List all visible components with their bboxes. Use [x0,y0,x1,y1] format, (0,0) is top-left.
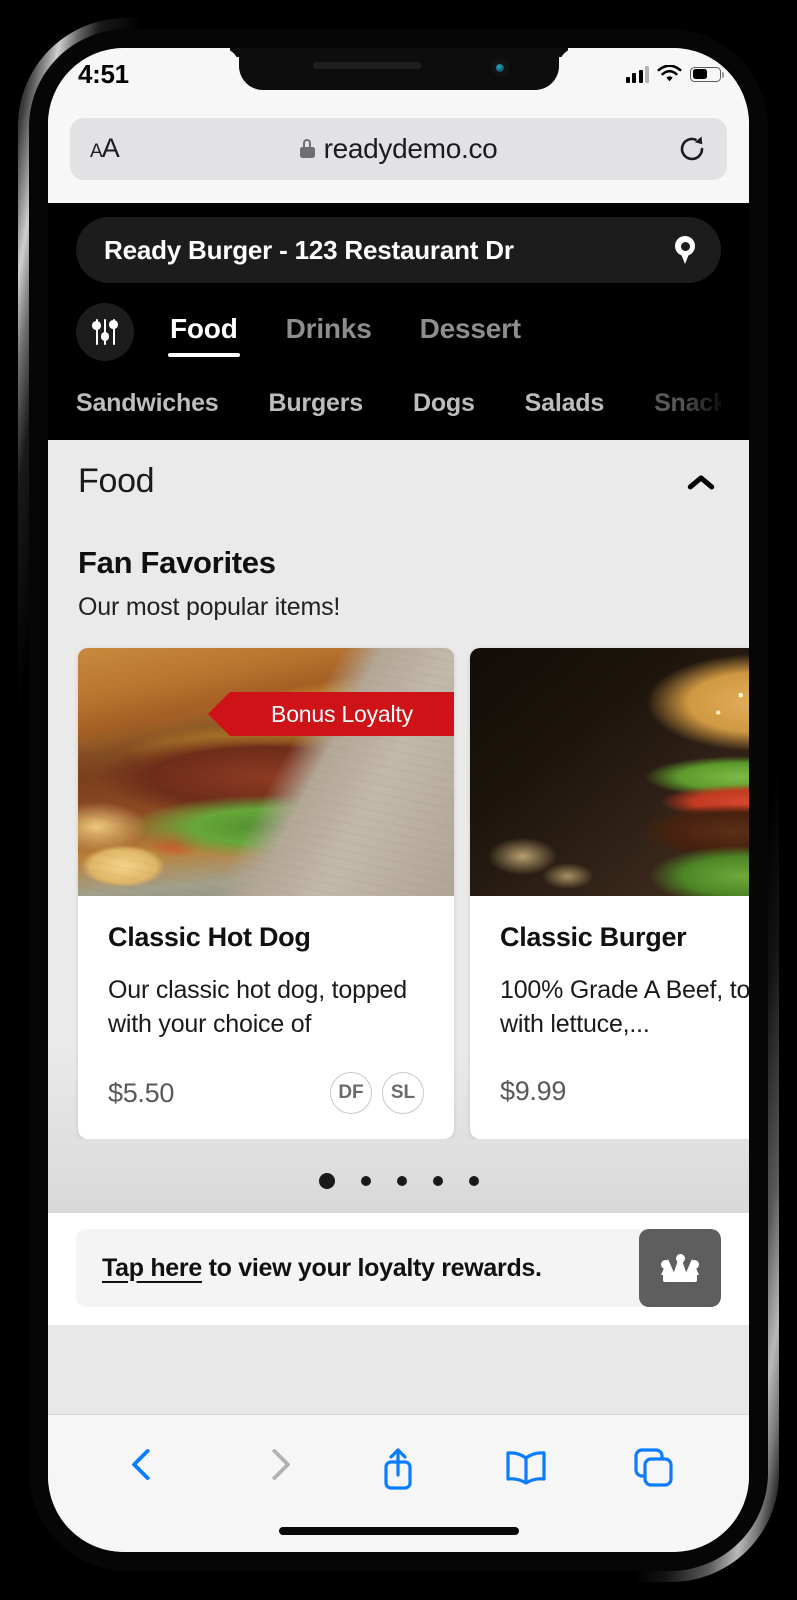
tab-food[interactable]: Food [168,307,240,357]
category-sandwiches[interactable]: Sandwiches [76,389,219,418]
loyalty-icon-button[interactable] [639,1229,721,1307]
back-arrow-icon [133,1449,155,1487]
fan-favorites-carousel: Fan Favorites Our most popular items! Bo… [48,519,749,1213]
phone-screen: 4:51 AAAA re [48,48,749,1552]
battery-icon [690,66,724,82]
loyalty-banner-wrap: Tap here to view your loyalty rewards. [48,1213,749,1325]
filter-button[interactable] [76,303,134,361]
item-price: $9.99 [500,1075,567,1106]
tab-dessert[interactable]: Dessert [418,307,523,357]
pagination-dot-1[interactable] [318,1173,335,1189]
dietary-tags: DF SL [330,1072,424,1114]
loyalty-rest: to view your loyalty rewards. [201,1253,542,1282]
pagination-dot-2[interactable] [360,1176,371,1186]
browser-address-bar: AAAA readydemo.co [48,94,749,203]
status-time: 4:51 [78,58,129,89]
primary-tab-bar: Food Drinks Dessert [76,303,721,363]
loyalty-banner-text: Tap here to view your loyalty rewards. [76,1254,639,1283]
card-body: Classic Hot Dog Our classic hot dog, top… [78,896,454,1139]
chevron-up-icon[interactable] [687,474,715,490]
tab-drinks[interactable]: Drinks [284,307,374,357]
text-size-button[interactable]: AAAA [90,135,120,162]
status-icons [625,59,724,83]
item-description: Our classic hot dog, topped with your ch… [108,976,407,1038]
bonus-loyalty-badge: Bonus Loyalty [208,692,454,736]
bookmarks-button[interactable] [499,1441,553,1495]
tag-df[interactable]: DF [330,1072,372,1114]
hot-dog-photo: Bonus Loyalty [78,648,454,896]
menu-item-card[interactable]: Bonus Loyalty Classic Hot Dog Our classi… [78,648,454,1139]
location-selector[interactable]: Ready Burger - 123 Restaurant Dr [76,217,721,283]
tabs-button[interactable] [626,1441,680,1495]
cellular-signal-icon [625,65,649,83]
tag-sl[interactable]: SL [382,1072,424,1114]
burger-photo [470,648,749,896]
section-title: Food [78,462,155,500]
menu-item-cards[interactable]: Bonus Loyalty Classic Hot Dog Our classi… [48,622,749,1139]
section-header-food[interactable]: Food [48,440,749,519]
location-pin-icon [675,236,695,264]
reload-icon[interactable] [677,134,707,164]
app-header: Ready Burger - 123 Restaurant Dr Food Dr… [48,203,749,440]
item-name: Classic Hot Dog [108,922,311,952]
category-scroller[interactable]: Sandwiches Burgers Dogs Salads Snacks & … [76,363,721,440]
category-snacks-and-sides[interactable]: Snacks & Sides [654,389,721,418]
wifi-icon [657,65,682,82]
carousel-subtitle: Our most popular items! [78,593,341,621]
home-indicator [278,1527,519,1535]
menu-item-card[interactable]: Classic Burger 100% Grade A Beef, topped… [470,648,749,1139]
filter-sliders-icon [92,319,118,345]
card-body: Classic Burger 100% Grade A Beef, topped… [470,896,749,1137]
pagination-dot-4[interactable] [432,1176,443,1186]
pagination-dot-3[interactable] [396,1176,407,1186]
item-price: $5.50 [108,1077,175,1108]
back-button[interactable] [117,1441,171,1495]
webpage-content: Ready Burger - 123 Restaurant Dr Food Dr… [48,203,749,1414]
url-text: readydemo.co [323,132,498,164]
carousel-title: Fan Favorites [78,545,276,580]
category-dogs[interactable]: Dogs [413,389,475,418]
forward-button[interactable] [244,1441,298,1495]
card-footer: $5.50 DF SL [108,1071,424,1115]
item-description: 100% Grade A Beef, topped with lettuce,.… [500,976,749,1038]
earpiece-speaker [312,62,421,69]
forward-arrow-icon [260,1449,282,1487]
lock-icon [299,139,315,158]
url-display: readydemo.co [70,133,727,165]
pagination-dot-5[interactable] [468,1176,479,1186]
book-icon [506,1451,546,1485]
crown-icon [661,1254,699,1282]
share-icon [384,1448,413,1490]
notch [238,48,559,90]
phone-frame: 4:51 AAAA re [18,18,779,1582]
tabs-icon [634,1448,673,1487]
loyalty-banner[interactable]: Tap here to view your loyalty rewards. [76,1229,721,1307]
card-footer: $9.99 [500,1069,749,1113]
category-burgers[interactable]: Burgers [269,389,364,418]
category-salads[interactable]: Salads [525,389,605,418]
item-name: Classic Burger [500,922,687,952]
front-camera-icon [491,59,509,76]
url-bar[interactable]: AAAA readydemo.co [70,117,727,180]
loyalty-link[interactable]: Tap here [102,1254,202,1282]
carousel-pagination[interactable] [48,1139,749,1213]
restaurant-name: Ready Burger - 123 Restaurant Dr [104,234,514,265]
share-button[interactable] [371,1441,425,1495]
